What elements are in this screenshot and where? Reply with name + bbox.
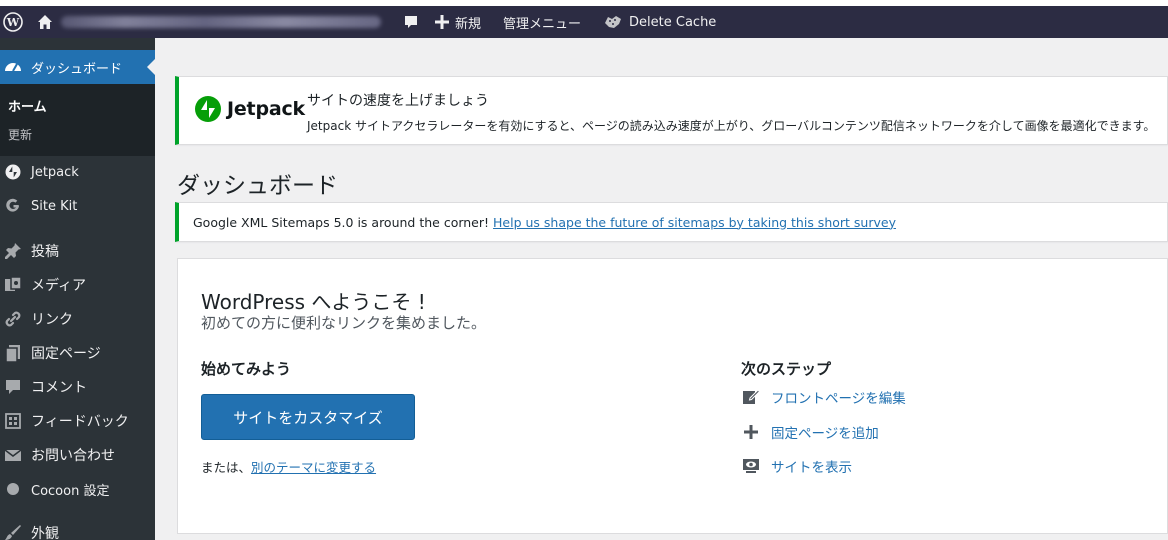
sidebar-item-label: Jetpack — [31, 164, 79, 180]
sidebar-item-label: フィードバック — [31, 414, 129, 430]
new-label: 新規 — [455, 16, 482, 32]
sidebar-item-feedback[interactable]: フィードバック — [0, 406, 155, 436]
sidebar-item-label: 外観 — [31, 526, 59, 540]
sidebar-item-comments[interactable]: コメント — [0, 372, 155, 402]
sidebar-item-label: Cocoon 設定 — [31, 483, 110, 499]
admin-sidebar: ダッシュボード ホーム 更新 Jetpack Site Kit 投稿 メディア … — [0, 38, 155, 540]
change-theme-line: または、別のテーマに変更する — [201, 457, 376, 476]
sidebar-item-jetpack[interactable]: Jetpack — [0, 157, 155, 187]
sidebar-item-label: 固定ページ — [31, 346, 101, 362]
sidebar-item-label: メディア — [31, 278, 87, 294]
admin-menu-button[interactable]: 管理メニュー — [489, 6, 589, 38]
sitemap-notice-text: Google XML Sitemaps 5.0 is around the co… — [193, 214, 490, 230]
brush-icon — [4, 524, 22, 540]
jetpack-wordmark: Jetpack — [227, 98, 305, 120]
sidebar-item-media[interactable]: メディア — [0, 270, 155, 300]
sidebar-item-contact[interactable]: お問い合わせ — [0, 440, 155, 470]
sidebar-item-pages[interactable]: 固定ページ — [0, 338, 155, 368]
main-content: Jetpack サイトの速度を上げましょう Jetpack サイトアクセラレータ… — [155, 38, 1168, 540]
get-started-heading: 始めてみよう — [201, 360, 292, 378]
dashboard-gauge-icon — [4, 58, 22, 76]
feedback-icon — [4, 412, 22, 430]
or-text: または、 — [201, 460, 252, 475]
sidebar-item-label: お問い合わせ — [31, 448, 115, 464]
site-name-menu[interactable] — [33, 6, 389, 38]
jetpack-icon — [4, 163, 22, 181]
edit-front-page-link[interactable]: フロントページを編集 — [741, 387, 906, 407]
media-icon — [4, 276, 22, 294]
view-site-icon — [741, 456, 761, 476]
jetpack-notice-description: Jetpack サイトアクセラレーターを有効にすると、ページの読み込み速度が上が… — [307, 119, 1156, 133]
admin-bar-strip: W 新規 管理メニュー Delete Cache — [0, 6, 1168, 38]
admin-menu-label: 管理メニュー — [503, 16, 582, 32]
jetpack-notice-title: サイトの速度を上げましょう — [307, 93, 489, 109]
welcome-panel: WordPress へようこそ ! 初めての方に便利なリンクを集めました。 始め… — [177, 258, 1168, 534]
home-icon — [38, 15, 52, 29]
sidebar-item-dashboard[interactable]: ダッシュボード — [0, 50, 155, 84]
new-content-button[interactable]: 新規 — [427, 6, 489, 38]
jetpack-bolt-icon — [195, 96, 221, 122]
edit-icon — [741, 387, 761, 407]
submenu-item-updates[interactable]: 更新 — [8, 126, 32, 143]
plus-icon — [741, 422, 761, 442]
plus-icon — [435, 15, 449, 29]
sidebar-item-label: ダッシュボード — [31, 61, 123, 77]
delete-cache-button[interactable]: Delete Cache — [595, 6, 724, 38]
sitemap-survey-link[interactable]: Help us shape the future of sitemaps by … — [493, 215, 896, 230]
sidebar-item-cocoon-settings[interactable]: Cocoon 設定 — [0, 474, 155, 504]
step-label: サイトを表示 — [771, 460, 852, 476]
sidebar-item-site-kit[interactable]: Site Kit — [0, 191, 155, 221]
jetpack-notice: Jetpack サイトの速度を上げましょう Jetpack サイトアクセラレータ… — [175, 76, 1168, 145]
sidebar-item-label: リンク — [31, 312, 73, 328]
site-kit-icon — [4, 197, 22, 215]
sidebar-item-posts[interactable]: 投稿 — [0, 236, 155, 266]
welcome-title: WordPress へようこそ ! — [201, 290, 426, 314]
svg-text:W: W — [6, 16, 20, 29]
sidebar-item-label: 投稿 — [31, 244, 59, 260]
sidebar-item-label: コメント — [31, 380, 87, 396]
blurred-site-title — [61, 16, 381, 28]
jetpack-logo: Jetpack — [195, 96, 305, 122]
comment-bubble-icon — [405, 16, 417, 28]
step-label: フロントページを編集 — [771, 391, 906, 407]
circle-icon — [4, 480, 22, 498]
sidebar-item-label: Site Kit — [31, 198, 78, 214]
comment-icon — [4, 378, 22, 396]
view-site-link[interactable]: サイトを表示 — [741, 456, 852, 476]
wordpress-logo-icon: W — [3, 12, 23, 32]
welcome-subtitle: 初めての方に便利なリンクを集めました。 — [201, 314, 487, 332]
delete-cache-label: Delete Cache — [629, 14, 717, 30]
wordpress-logo-button[interactable]: W — [0, 6, 33, 38]
next-steps-heading: 次のステップ — [741, 360, 832, 378]
sitemap-notice: Google XML Sitemaps 5.0 is around the co… — [175, 202, 1168, 242]
dashboard-submenu: ホーム 更新 — [0, 84, 155, 156]
admin-bar: W 新規 管理メニュー Delete Cache — [0, 0, 1168, 38]
submenu-item-home[interactable]: ホーム — [8, 96, 47, 115]
add-page-link[interactable]: 固定ページを追加 — [741, 422, 879, 442]
comments-button[interactable] — [395, 6, 427, 38]
page-icon — [4, 344, 22, 362]
cheetah-icon — [605, 16, 622, 28]
mail-icon — [4, 446, 22, 464]
change-theme-link[interactable]: 別のテーマに変更する — [251, 460, 376, 475]
page-title: ダッシュボード — [177, 173, 338, 199]
pin-icon — [4, 242, 22, 260]
step-label: 固定ページを追加 — [771, 426, 879, 442]
sidebar-item-links[interactable]: リンク — [0, 304, 155, 334]
customize-site-button[interactable]: サイトをカスタマイズ — [201, 394, 415, 440]
link-icon — [4, 310, 22, 328]
sidebar-item-appearance[interactable]: 外観 — [0, 518, 155, 540]
